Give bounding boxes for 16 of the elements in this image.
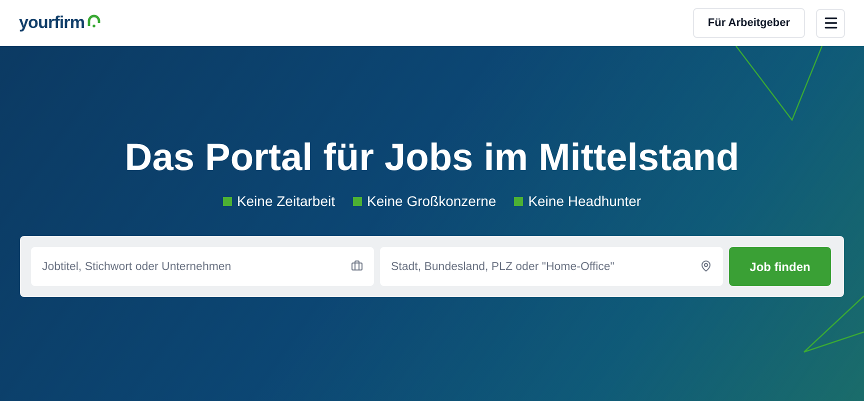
check-square-icon [514, 197, 524, 206]
location-pin-icon [700, 260, 712, 272]
briefcase-icon [351, 260, 363, 272]
check-square-icon [222, 197, 232, 206]
location-search-field[interactable]: Stadt, Bundesland, PLZ oder "Home-Office" [380, 247, 723, 286]
benefit-text: Keine Großkonzerne [367, 192, 496, 211]
employer-button[interactable]: Für Arbeitgeber [692, 8, 805, 38]
benefit-text: Keine Headhunter [528, 192, 642, 211]
check-square-icon [353, 197, 362, 206]
logo-text[interactable]: yourfirm [19, 10, 85, 36]
logo-icon [86, 14, 101, 28]
benefit-text: Keine Zeitarbeit [236, 192, 335, 211]
menu-button[interactable] [816, 8, 845, 38]
job-search-field[interactable]: Jobtitel, Stichwort oder Unternehmen [31, 247, 374, 286]
menu-icon [822, 15, 838, 31]
hero-title: Das Portal für Jobs im Mittelstand [124, 136, 740, 181]
